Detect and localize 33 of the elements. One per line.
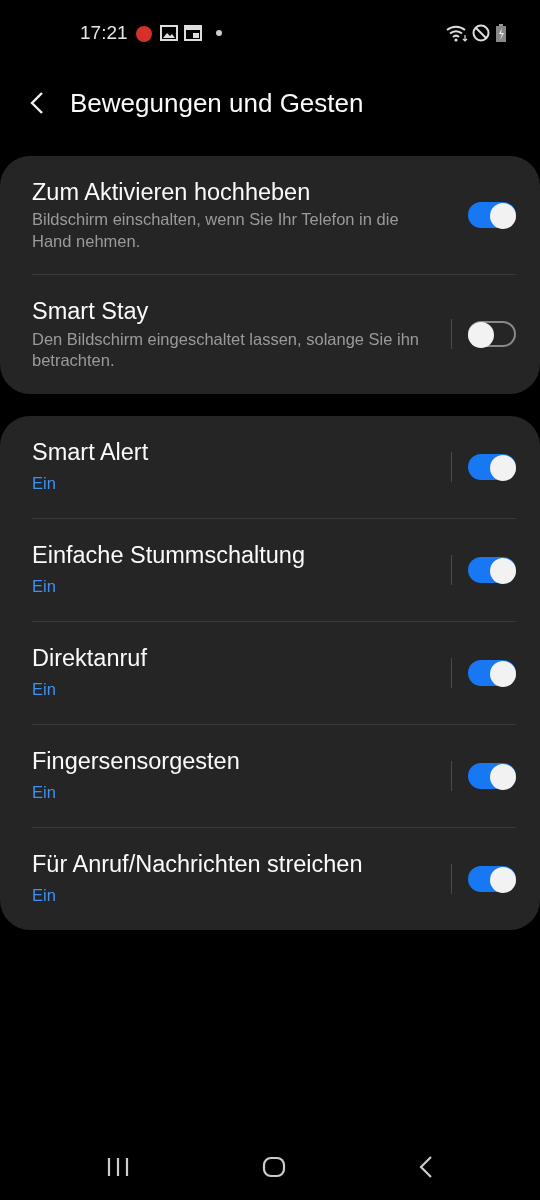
setting-status: Ein bbox=[32, 679, 57, 701]
clock: 17:21 bbox=[80, 20, 128, 45]
setting-status: Ein bbox=[32, 782, 57, 804]
setting-status: Ein bbox=[32, 885, 57, 907]
setting-title[interactable]: Einfache Stummschaltung bbox=[32, 540, 441, 570]
recent-apps-icon[interactable] bbox=[106, 1157, 129, 1177]
toggle-switch[interactable] bbox=[468, 556, 516, 583]
setting-status: Ein bbox=[32, 472, 57, 494]
setting-status: Ein bbox=[32, 576, 57, 597]
home-icon[interactable] bbox=[262, 1156, 286, 1178]
app-notification-icon bbox=[133, 23, 154, 43]
toggle-switch[interactable] bbox=[468, 866, 516, 893]
toggle-switch[interactable] bbox=[468, 321, 516, 348]
setting-description: Den Bildschirm eingeschaltet lassen, solange Sie ihn betrachten. bbox=[32, 328, 421, 372]
toggle-switch[interactable] bbox=[468, 453, 516, 480]
setting-title[interactable]: Smart Stay bbox=[32, 297, 441, 327]
toggle-switch[interactable] bbox=[468, 762, 516, 789]
back-icon[interactable] bbox=[419, 1156, 434, 1178]
page-title: Bewegungen und Gesten bbox=[70, 86, 364, 120]
toggle-switch[interactable] bbox=[468, 202, 516, 229]
dot-icon bbox=[215, 30, 222, 36]
wifi-icon bbox=[446, 24, 468, 42]
setting-title[interactable]: Direktanruf bbox=[32, 643, 441, 674]
setting-title[interactable]: Zum Aktivieren hochheben bbox=[32, 178, 441, 208]
toggle-switch[interactable] bbox=[468, 659, 516, 686]
calendar-icon bbox=[183, 25, 202, 41]
image-icon bbox=[159, 25, 178, 41]
battery-icon bbox=[496, 24, 506, 42]
setting-title[interactable]: Fingersensorgesten bbox=[32, 746, 441, 777]
setting-description: Bildschirm einschalten, wenn Sie Ihr Telefon in die Hand nehmen. bbox=[32, 209, 400, 252]
setting-title[interactable]: Für Anruf/Nachrichten streichen bbox=[32, 850, 441, 880]
do-not-disturb-icon bbox=[472, 24, 490, 42]
setting-title[interactable]: Smart Alert bbox=[32, 437, 441, 467]
